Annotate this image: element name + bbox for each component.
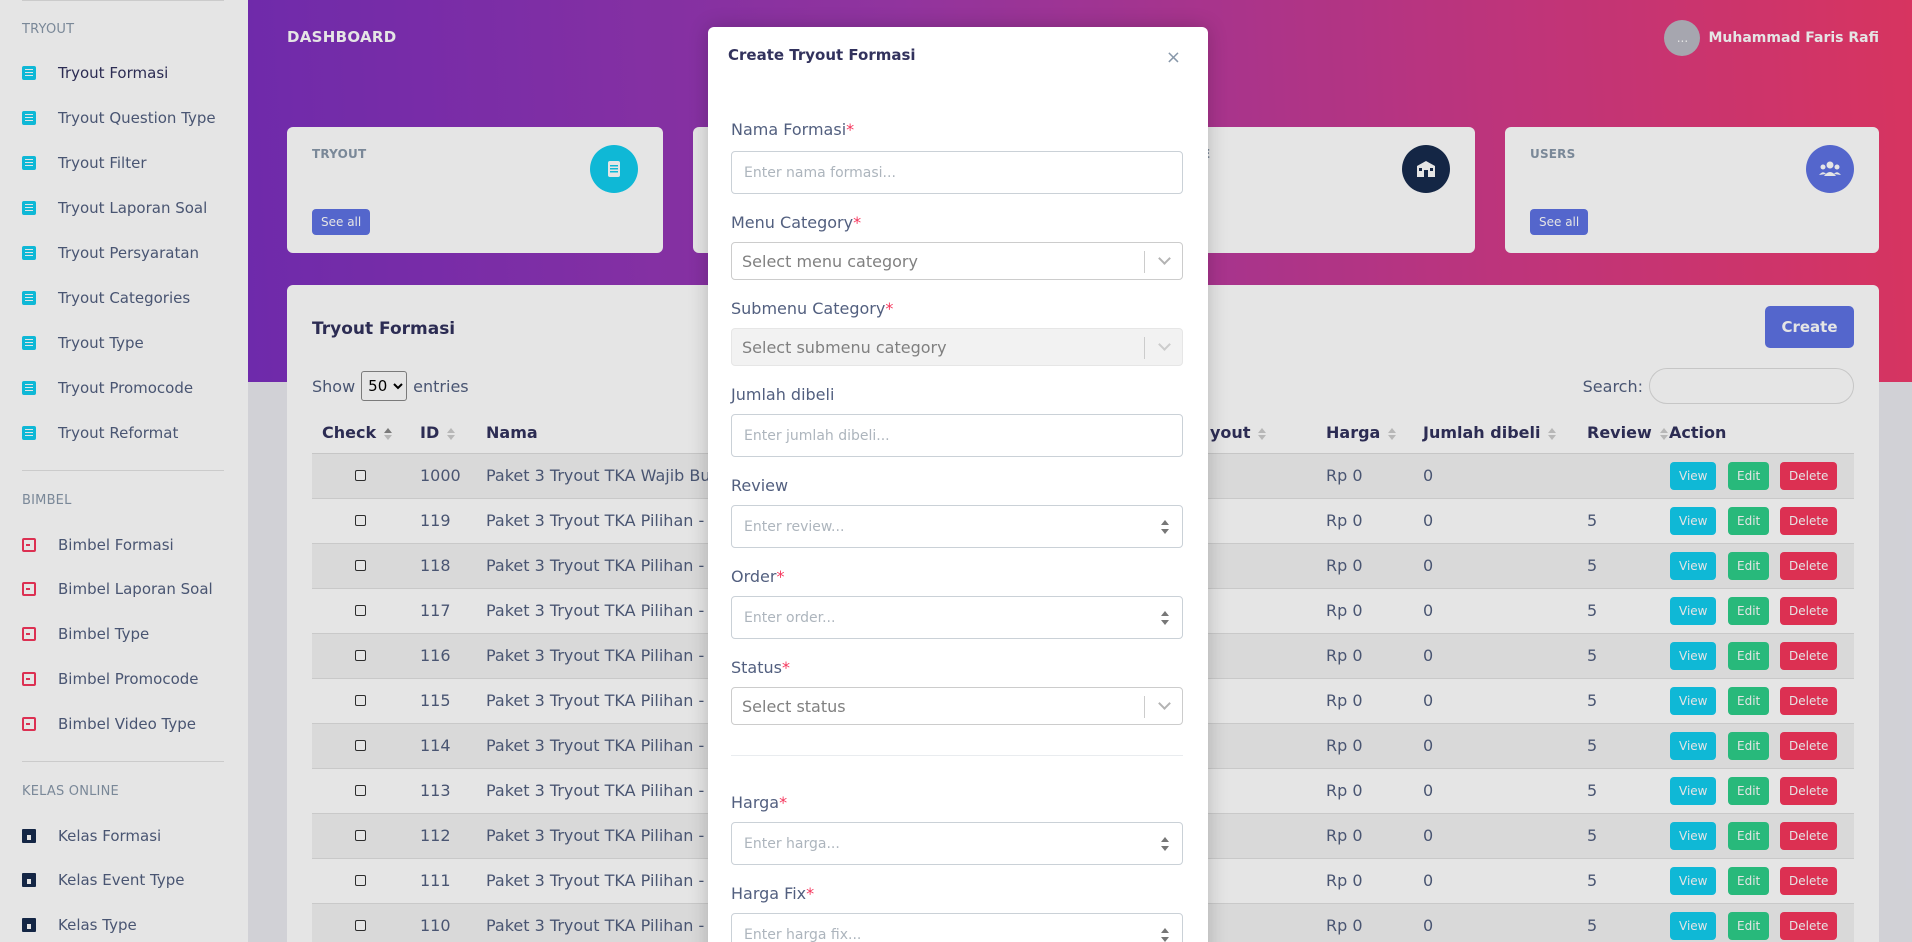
spinner-icon[interactable] (1160, 927, 1170, 942)
review-label: Review (731, 476, 789, 495)
submenu-category-select[interactable]: Select submenu category (731, 328, 1183, 366)
harga-label: Harga* (731, 793, 788, 812)
nama-formasi-label: Nama Formasi* (731, 120, 855, 139)
spinner-icon[interactable] (1160, 519, 1170, 535)
menu-category-select[interactable]: Select menu category (731, 242, 1183, 280)
spinner-icon[interactable] (1160, 836, 1170, 852)
divider (731, 755, 1183, 756)
nama-formasi-input[interactable]: Enter nama formasi... (731, 151, 1183, 194)
spinner-icon[interactable] (1160, 610, 1170, 626)
modal-title: Create Tryout Formasi (728, 46, 916, 64)
status-label: Status* (731, 658, 790, 677)
chevron-down-icon (1158, 252, 1171, 265)
harga-fix-input[interactable]: Enter harga fix... (731, 913, 1183, 942)
chevron-down-icon (1158, 697, 1171, 710)
menu-category-label: Menu Category* (731, 213, 862, 232)
order-label: Order* (731, 567, 785, 586)
jumlah-dibeli-input[interactable]: Enter jumlah dibeli... (731, 414, 1183, 457)
chevron-down-icon (1158, 338, 1171, 351)
harga-input[interactable]: Enter harga... (731, 822, 1183, 865)
jumlah-dibeli-label: Jumlah dibeli (731, 385, 835, 404)
close-icon[interactable]: × (1166, 47, 1181, 68)
submenu-category-label: Submenu Category* (731, 299, 894, 318)
order-input[interactable]: Enter order... (731, 596, 1183, 639)
status-select[interactable]: Select status (731, 687, 1183, 725)
harga-fix-label: Harga Fix* (731, 884, 815, 903)
review-input[interactable]: Enter review... (731, 505, 1183, 548)
create-tryout-formasi-modal: Create Tryout Formasi × Nama Formasi* En… (708, 27, 1208, 942)
